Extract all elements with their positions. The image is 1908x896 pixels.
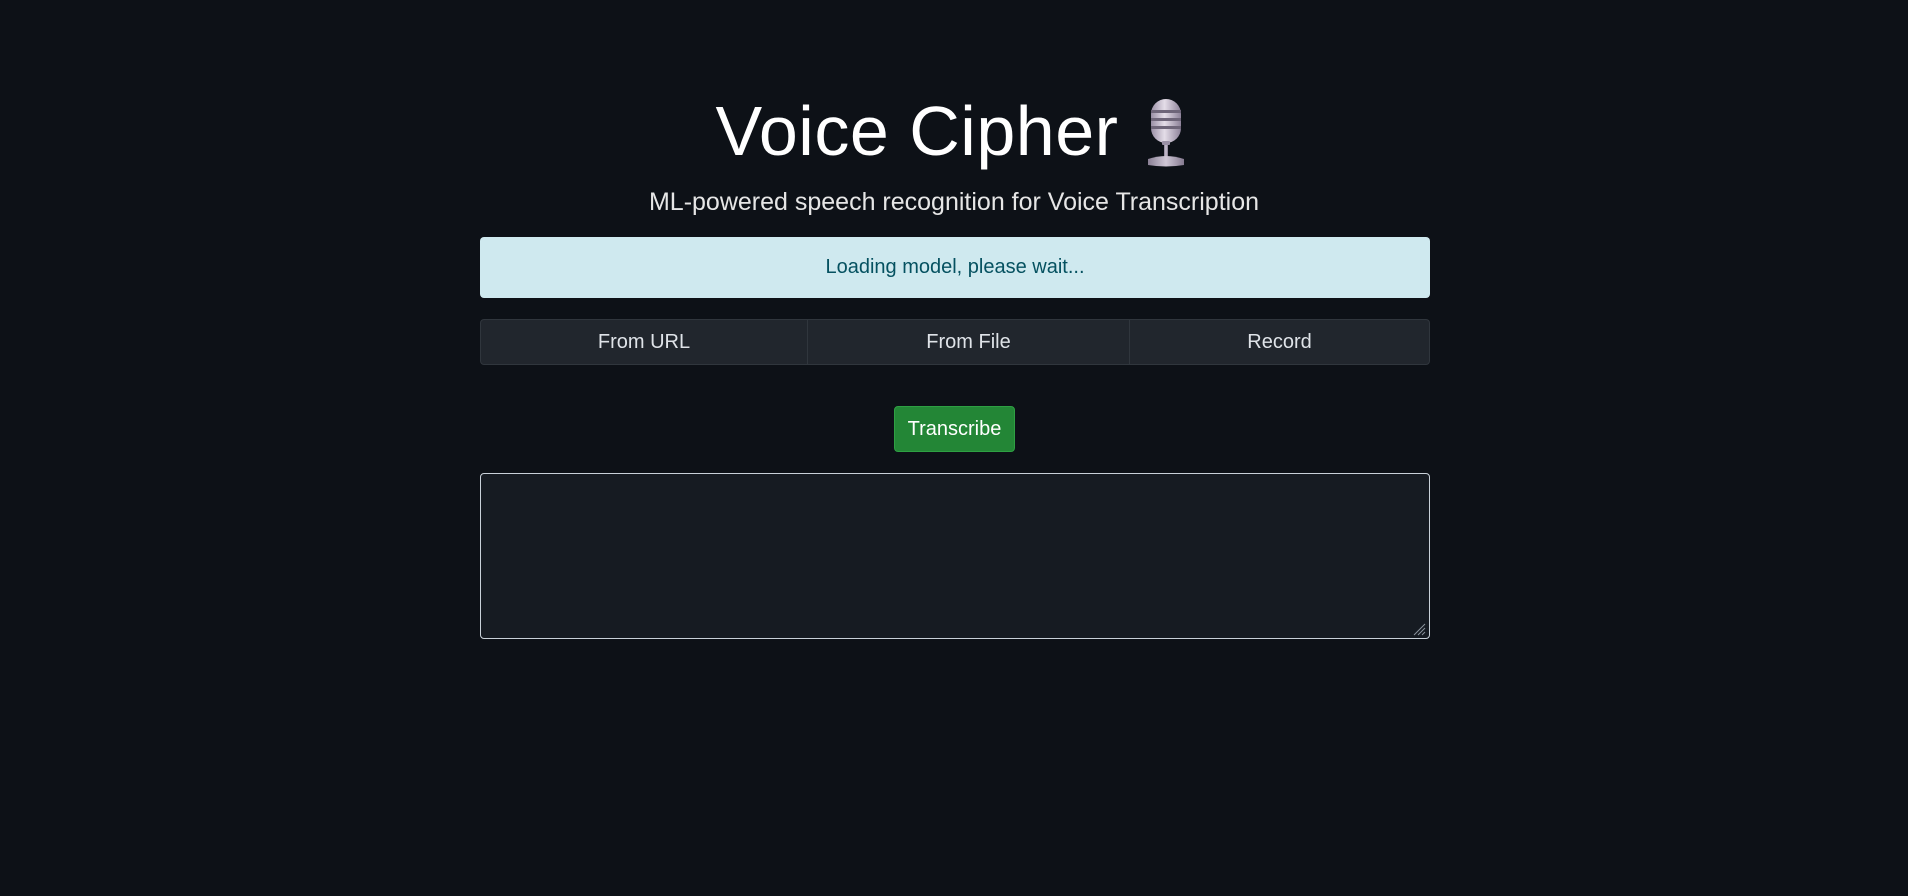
tab-label: Record	[1247, 330, 1312, 353]
transcribe-button[interactable]: Transcribe	[894, 406, 1015, 452]
tab-from-url[interactable]: From URL	[481, 320, 807, 364]
page-title: Voice Cipher	[715, 92, 1119, 170]
page-subtitle: ML-powered speech recognition for Voice …	[648, 188, 1260, 216]
resize-handle-icon[interactable]	[1412, 622, 1426, 636]
source-tabs: From URL From File Record	[480, 319, 1430, 365]
app-page: Voice Cipher ML-powered speech recogniti…	[0, 0, 1908, 896]
tab-record[interactable]: Record	[1129, 320, 1429, 364]
loading-message: Loading model, please wait...	[825, 256, 1085, 278]
transcription-output[interactable]	[480, 473, 1430, 639]
transcribe-button-label: Transcribe	[907, 417, 1002, 440]
tab-label: From File	[926, 330, 1011, 353]
header: Voice Cipher ML-powered speech recogniti…	[0, 88, 1908, 217]
loading-alert: Loading model, please wait...	[480, 237, 1430, 298]
tab-from-file[interactable]: From File	[807, 320, 1129, 364]
microphone-icon	[1140, 97, 1192, 169]
title-row: Voice Cipher	[0, 88, 1908, 174]
tab-label: From URL	[597, 330, 691, 353]
